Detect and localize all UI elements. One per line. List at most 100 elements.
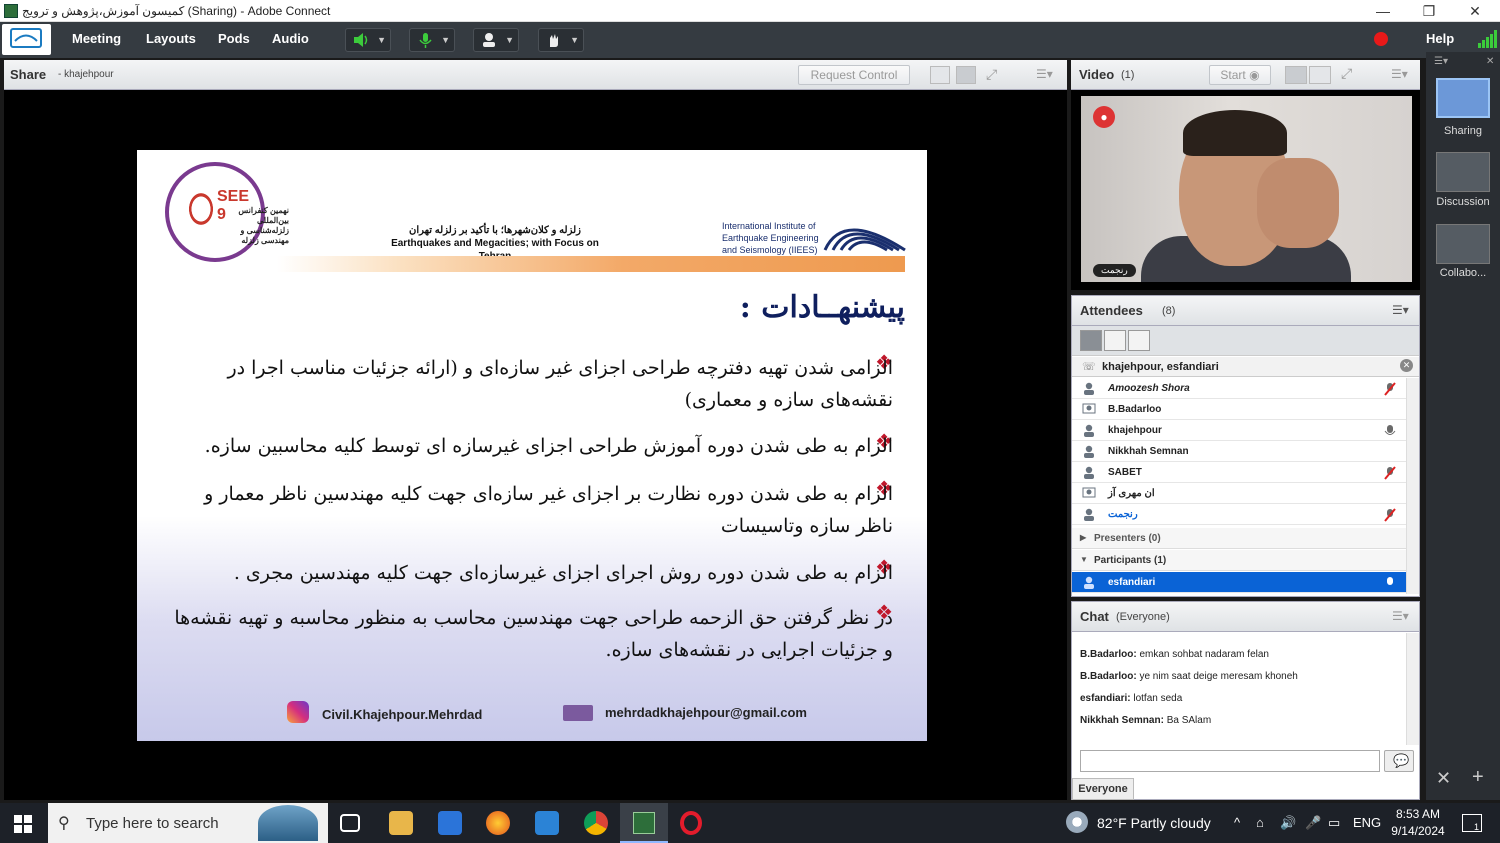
layout-discussion[interactable] [1436,152,1490,192]
maximize-button[interactable]: ❐ [1406,0,1452,22]
microsoft-store-icon[interactable] [438,811,462,835]
weather-text[interactable]: 82°F Partly cloudy [1097,815,1211,831]
chat-scope: (Everyone) [1116,611,1170,623]
task-view-icon[interactable] [340,814,360,832]
attendee-row[interactable]: ان مهری آز [1072,483,1406,504]
chevron-right-icon: ▶ [1080,533,1087,542]
menubar: Meeting Layouts Pods Audio ▼ ▼ ▼ ▼ Help [0,22,1500,58]
connection-strength-icon [1478,30,1498,48]
slide-heading: پیشنهــادات : [739,290,905,325]
opera-icon[interactable] [680,811,702,835]
list-view-icon[interactable] [1080,330,1102,351]
mic-active-icon [1384,425,1396,435]
microphone-toggle-button[interactable]: ▼ [409,28,455,52]
filmstrip-view-icon[interactable] [1309,66,1331,84]
email-icon [563,705,593,721]
share-pod-title: Share [10,67,47,82]
attendee-row[interactable]: B.Badarloo [1072,399,1406,420]
attendees-pod-title: Attendees [1080,303,1143,318]
share-presenter-name: - khajehpour [58,69,114,80]
clock[interactable]: 8:53 AM 9/14/2024 [1388,807,1448,838]
taskbar-search-box[interactable]: ⚲ Type here to search [48,803,328,843]
status-view-icon[interactable] [1128,330,1150,351]
fullscreen-icon[interactable]: ⤢ [986,66,1004,84]
share-pod-header: Share - khajehpour Request Control ⤢ ☰▾ [4,60,1067,90]
clear-filter-icon[interactable]: ✕ [1400,359,1413,372]
breakout-view-icon[interactable] [1104,330,1126,351]
close-button[interactable]: ✕ [1452,0,1498,22]
windows-start-icon[interactable] [14,815,32,833]
menu-layouts[interactable]: Layouts [146,31,196,46]
pod-options-icon[interactable]: ☰▾ [1392,303,1409,317]
presenters-group[interactable]: ▶ Presenters (0) [1072,528,1406,549]
shared-slide: SEE 9 نهمین کنفرانس بین‌المللی زلزله‌شنا… [137,150,927,741]
send-message-button[interactable]: 💬 [1384,750,1414,772]
attendees-pod-header: Attendees (8) ☰▾ [1072,296,1419,326]
start-webcam-button[interactable]: Start ◉ [1209,65,1271,85]
pod-options-icon[interactable]: ☰▾ [1036,67,1053,81]
attendee-row[interactable]: رنجمت [1072,504,1406,525]
fit-width-icon[interactable] [930,66,950,84]
attendees-scrollbar[interactable] [1406,378,1419,594]
notification-center-icon[interactable]: 1 [1462,814,1482,832]
help-menu[interactable]: Help [1426,31,1454,46]
minimize-button[interactable]: — [1360,0,1406,22]
pod-options-icon[interactable]: ☰▾ [1391,67,1408,81]
layout-discussion-label: Discussion [1436,196,1490,208]
file-explorer-icon[interactable] [389,811,413,835]
speech-bubble-icon: 💬 [1393,753,1410,768]
phone-icon: ☏ [1082,361,1096,373]
raise-hand-button[interactable]: ▼ [538,28,584,52]
record-indicator-icon[interactable] [1374,32,1388,46]
fit-page-icon[interactable] [956,66,976,84]
request-control-button[interactable]: Request Control [798,65,910,85]
volume-icon[interactable]: 🔊 [1280,815,1296,831]
raise-hand-icon [550,34,558,47]
microphone-tray-icon[interactable]: 🎤 [1305,815,1321,831]
adobe-connect-taskbar-item[interactable] [620,803,668,843]
chevron-down-icon: ▼ [1080,555,1088,564]
chrome-icon[interactable] [584,811,608,835]
menu-meeting[interactable]: Meeting [72,31,121,46]
layout-collaboration[interactable] [1436,224,1490,264]
attendee-search-filter[interactable]: ☏ khajehpour, esfandiari ✕ [1072,357,1419,377]
chat-scrollbar[interactable] [1406,633,1419,745]
attendee-row[interactable]: SABET [1072,462,1406,483]
pod-options-icon[interactable]: ☰▾ [1392,609,1409,623]
network-icon[interactable]: ⌂ [1256,815,1264,830]
participants-group[interactable]: ▼ Participants (1) [1072,550,1406,571]
webcam-toggle-button[interactable]: ▼ [473,28,519,52]
mic-muted-icon [1384,508,1396,522]
menu-pods[interactable]: Pods [218,31,250,46]
mail-icon[interactable] [535,811,559,835]
attendee-row[interactable]: khajehpour [1072,420,1406,441]
attendee-row[interactable]: Nikkhah Semnan [1072,441,1406,462]
attendee-row[interactable]: Amoozesh Shora [1072,378,1406,399]
fullscreen-icon[interactable]: ⤢ [1341,65,1352,82]
battery-icon[interactable]: ▭ [1328,815,1340,831]
slide-item: الزامی شدن تهیه دفترچه طراحی اجزای غیر س… [227,357,893,411]
grid-view-icon[interactable] [1285,66,1307,84]
chat-tab-everyone[interactable]: Everyone [1072,778,1134,800]
instagram-handle: Civil.Khajehpour.Mehrdad [322,707,483,722]
firefox-icon[interactable] [486,811,510,835]
layout-sharing[interactable] [1436,78,1490,118]
speaker-toggle-button[interactable]: ▼ [345,28,391,52]
menu-audio[interactable]: Audio [272,31,309,46]
layouts-menu-icon[interactable]: ☰▾ [1434,56,1448,67]
user-icon [1084,576,1094,589]
chat-input[interactable] [1080,750,1380,772]
add-layout-icon[interactable]: + [1472,766,1484,789]
user-icon [1084,382,1094,395]
weather-icon[interactable] [1066,811,1088,833]
attendees-toolbar [1072,326,1419,356]
show-hidden-icons[interactable]: ^ [1234,815,1240,830]
adobe-connect-logo-icon[interactable] [2,24,51,55]
email-address: mehrdadkhajehpour@gmail.com [605,705,807,720]
attendee-row-selected[interactable]: esfandiari [1072,572,1406,593]
close-icon[interactable]: ✕ [1486,56,1494,67]
tools-icon[interactable]: ✕ [1436,768,1451,789]
instagram-icon [287,701,309,723]
language-indicator[interactable]: ENG [1353,815,1381,830]
chat-message: Nikkhah Semnan: Ba SAlam [1080,715,1212,726]
